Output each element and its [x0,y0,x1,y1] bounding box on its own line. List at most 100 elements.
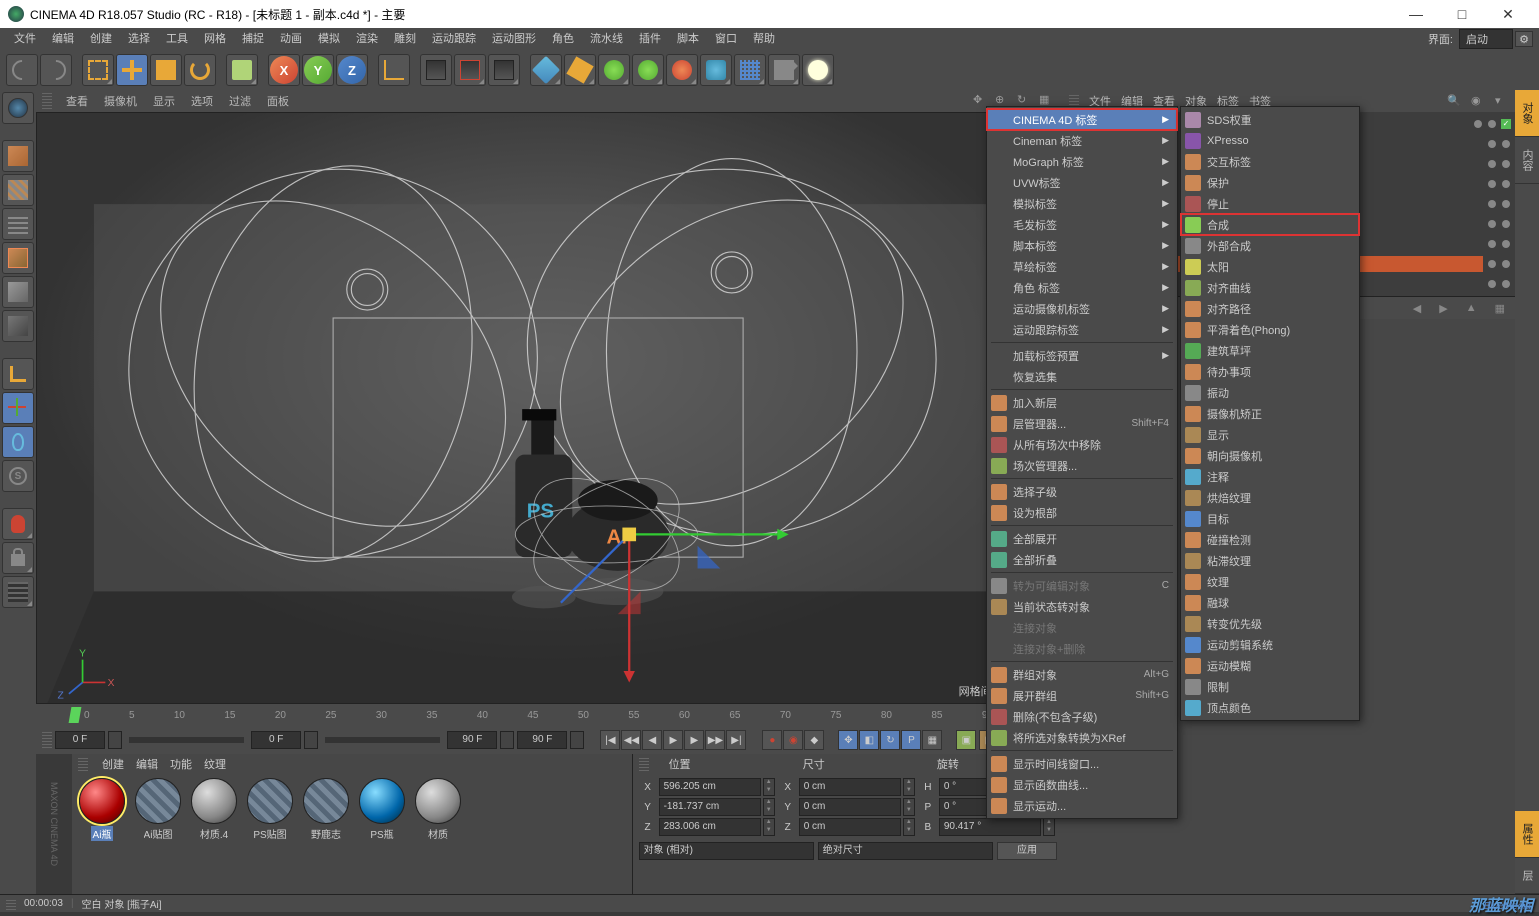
ctx-item[interactable]: 全部折叠 [987,549,1177,570]
ctx-sub-item[interactable]: 振动 [1181,382,1359,403]
coord-sys-button[interactable] [378,54,410,86]
coord-size-select[interactable]: 绝对尺寸 [818,842,993,860]
vis-render-icon[interactable] [1502,140,1510,148]
spline-button[interactable] [564,54,596,86]
layout-select[interactable]: 启动 [1459,29,1513,49]
view-icon[interactable]: ◉ [1471,94,1485,108]
ctx-sub-item[interactable]: 待办事项 [1181,361,1359,382]
redo-button[interactable] [40,54,72,86]
ctx-sub-item[interactable]: 注释 [1181,466,1359,487]
range-slider[interactable] [129,737,244,743]
tab-objects[interactable]: 对象 [1515,90,1539,137]
ctx-sub-item[interactable]: 合成 [1181,214,1359,235]
lock-button[interactable] [2,542,34,574]
ctx-item[interactable]: 连接对象 [987,617,1177,638]
apply-button[interactable]: 应用 [997,842,1057,860]
coord-input[interactable]: 0 cm [799,818,901,836]
play-button[interactable]: ▶ [663,730,683,750]
material-item[interactable]: 野鹿志 [300,778,352,841]
select-tool[interactable] [82,54,114,86]
coord-mode-select[interactable]: 对象 (相对) [639,842,814,860]
coord-spinner[interactable]: ▲▼ [903,778,915,796]
material-item[interactable]: 材质.4 [188,778,240,841]
menu-工具[interactable]: 工具 [158,28,196,50]
material-item[interactable]: Ai贴图 [132,778,184,841]
viewport[interactable]: 透视视图 [36,112,1063,704]
ctx-sub-item[interactable]: 目标 [1181,508,1359,529]
ctx-item[interactable]: 草绘标签▶ [987,256,1177,277]
poly-mode[interactable] [2,310,34,342]
timeline[interactable]: 051015202530354045505560657075808590 0 F [36,704,1063,726]
coord-input[interactable]: 90.417 ° [939,818,1041,836]
ctx-item[interactable]: 运动摄像机标签▶ [987,298,1177,319]
attr-mgr-icon[interactable]: ▦ [1491,302,1509,315]
render-settings-button[interactable] [488,54,520,86]
vis-editor-icon[interactable] [1488,260,1496,268]
frame-start-field[interactable]: 0 F [55,731,105,749]
prev-frame-button[interactable]: ◀ [642,730,662,750]
ctx-item[interactable]: 显示运动... [987,795,1177,816]
texture-mode[interactable] [2,174,34,206]
coord-input[interactable]: 596.205 cm [659,778,761,796]
vis-editor-icon[interactable] [1488,200,1496,208]
menu-流水线[interactable]: 流水线 [582,28,631,50]
vis-editor-icon[interactable] [1488,240,1496,248]
menu-文件[interactable]: 文件 [6,28,44,50]
menu-模拟[interactable]: 模拟 [310,28,348,50]
next-frame-button[interactable]: ▶ [684,730,704,750]
globex-button[interactable] [2,92,34,124]
ctx-item[interactable]: 连接对象+删除 [987,638,1177,659]
menu-网格[interactable]: 网格 [196,28,234,50]
ctx-sub-item[interactable]: 碰撞检测 [1181,529,1359,550]
coord-spinner[interactable]: ▲▼ [903,818,915,836]
vp-menu-摄像机[interactable]: 摄像机 [96,93,145,109]
tab-content[interactable]: 内容 [1515,137,1539,184]
vis-render-icon[interactable] [1502,180,1510,188]
ctx-sub-item[interactable]: 保护 [1181,172,1359,193]
material-item[interactable]: PS贴图 [244,778,296,841]
vis-render-icon[interactable] [1502,200,1510,208]
ctx-item[interactable]: 层管理器...Shift+F4 [987,413,1177,434]
ctx-sub-item[interactable]: 粘滞纹理 [1181,550,1359,571]
environment-button[interactable] [700,54,732,86]
ctx-sub-item[interactable]: 朝向摄像机 [1181,445,1359,466]
menu-选择[interactable]: 选择 [120,28,158,50]
ctx-sub-item[interactable]: 融球 [1181,592,1359,613]
ctx-sub-item[interactable]: 建筑草坪 [1181,340,1359,361]
ctx-item[interactable]: 角色 标签▶ [987,277,1177,298]
vp-menu-显示[interactable]: 显示 [145,93,183,109]
model-mode[interactable] [2,140,34,172]
deformer-button[interactable] [666,54,698,86]
ctx-item[interactable]: 群组对象Alt+G [987,664,1177,685]
ctx-sub-item[interactable]: 转变优先级 [1181,613,1359,634]
coord-spinner[interactable]: ▲▼ [763,798,775,816]
ctx-item[interactable]: 模拟标签▶ [987,193,1177,214]
pos-key-button[interactable]: ✥ [838,730,858,750]
prev-key-button[interactable]: ◀◀ [621,730,641,750]
menu-捕捉[interactable]: 捕捉 [234,28,272,50]
vis-editor-icon[interactable] [1488,220,1496,228]
goto-start-button[interactable]: |◀ [600,730,620,750]
ctx-item[interactable]: 加入新层 [987,392,1177,413]
vis-editor-icon[interactable] [1488,160,1496,168]
ctx-item[interactable]: 全部展开 [987,528,1177,549]
mat-menu-纹理[interactable]: 纹理 [204,756,226,772]
coord-input[interactable]: 0 cm [799,798,901,816]
goto-end-button[interactable]: ▶| [726,730,746,750]
next-key-button[interactable]: ▶▶ [705,730,725,750]
layout-config-icon[interactable]: ⚙ [1515,31,1533,47]
cur-spin[interactable] [304,731,318,749]
keyopt-button[interactable]: ◆ [804,730,824,750]
camera-button[interactable] [734,54,766,86]
frame-start-spin[interactable] [108,731,122,749]
vis-render-icon[interactable] [1488,120,1496,128]
tweak-mode[interactable] [2,426,34,458]
axis-mode[interactable] [2,358,34,390]
vis-render-icon[interactable] [1502,280,1510,288]
ctx-item[interactable]: 转为可编辑对象C [987,575,1177,596]
coord-input[interactable]: 283.006 cm [659,818,761,836]
magnet-button[interactable] [2,508,34,540]
ctx-item[interactable]: 显示时间线窗口... [987,753,1177,774]
undo-button[interactable] [6,54,38,86]
ctx-sub-item[interactable]: 纹理 [1181,571,1359,592]
